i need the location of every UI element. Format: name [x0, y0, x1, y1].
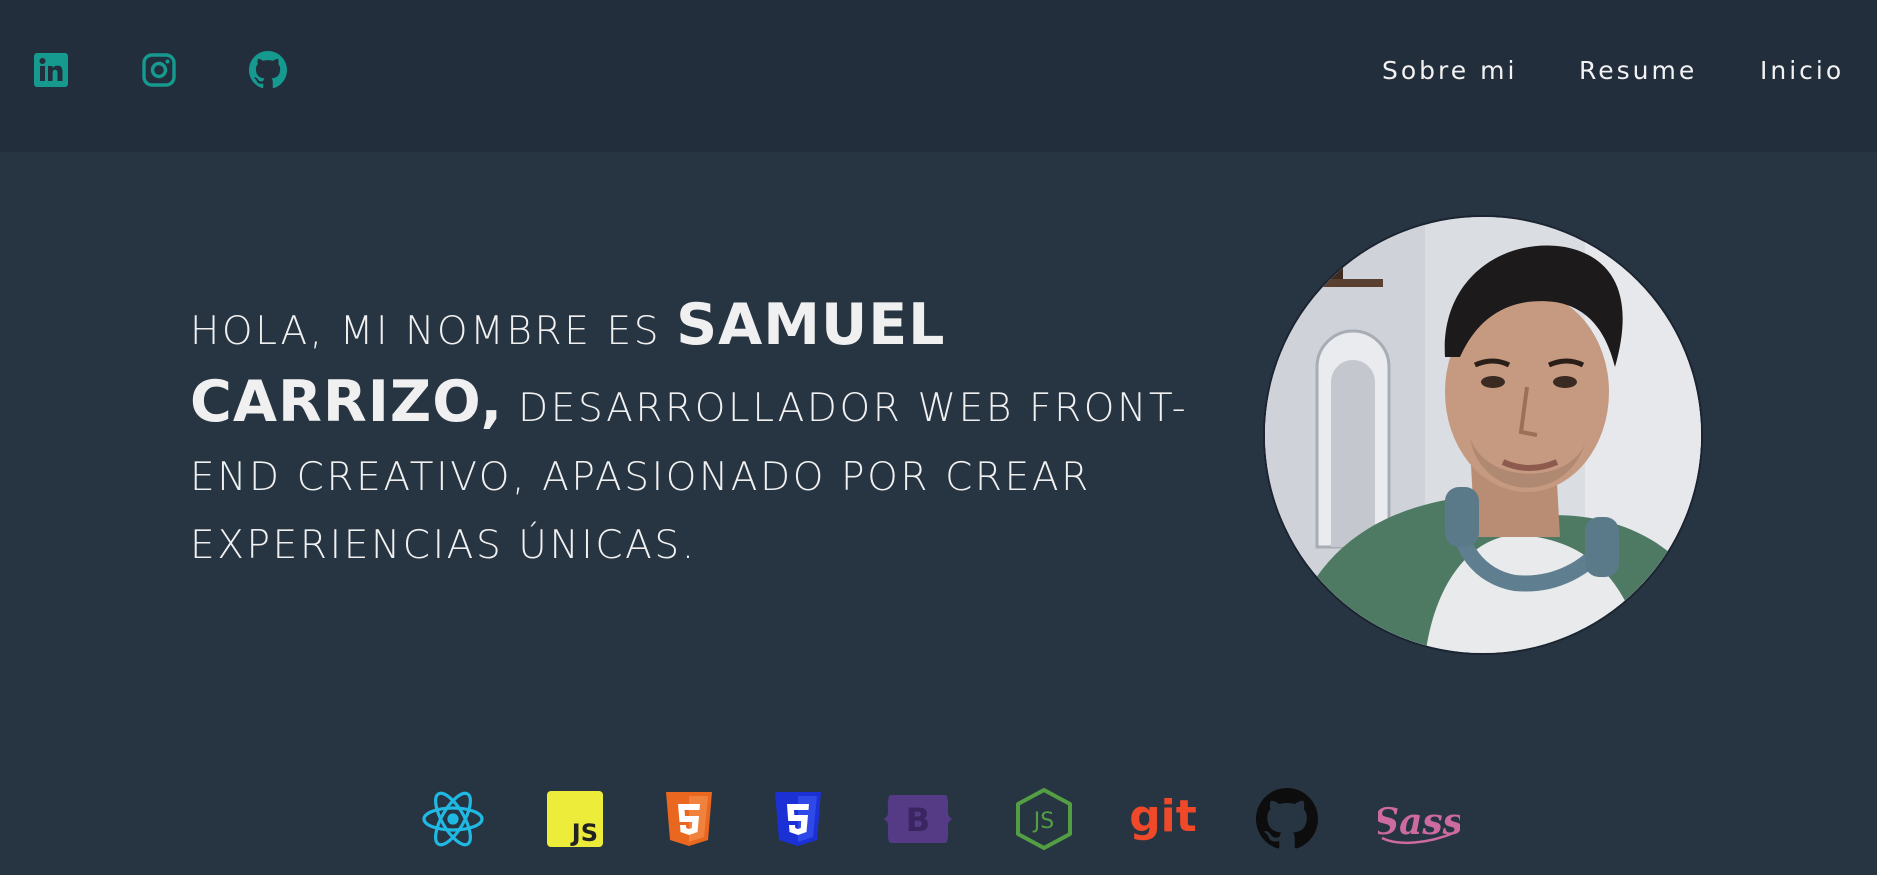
svg-text:JS: JS	[1032, 809, 1054, 834]
css3-icon	[775, 792, 821, 846]
tech-git: git	[1128, 786, 1198, 852]
nav-link-sobre-mi[interactable]: Sobre mi	[1382, 56, 1517, 85]
hero-name-first: SAMUEL	[676, 292, 946, 358]
hero-greeting: HOLA, MI NOMBRE ES	[190, 309, 677, 354]
tech-html5	[654, 786, 724, 852]
sass-icon: Sass	[1378, 801, 1460, 844]
hero-role-end: EXPERIENCIAS ÚNICAS.	[190, 523, 697, 568]
hero-role-start: DESARROLLADOR WEB FRONT-	[503, 386, 1189, 431]
hero-name-last: CARRIZO,	[190, 369, 504, 435]
github-icon	[249, 51, 287, 89]
svg-text:Sass: Sass	[1378, 801, 1460, 843]
tech-react	[418, 786, 488, 852]
tech-github	[1252, 786, 1322, 852]
profile-photo	[1263, 215, 1703, 655]
svg-text:JS: JS	[570, 819, 598, 847]
top-navbar: Sobre mi Resume Inicio	[0, 0, 1877, 152]
tech-sass: Sass	[1378, 786, 1460, 852]
svg-text:git: git	[1129, 791, 1197, 842]
linkedin-link[interactable]	[31, 50, 71, 90]
hero-role-line: END CREATIVO, APASIONADO POR CREAR	[190, 455, 1091, 500]
tech-nodejs: JS	[1009, 786, 1079, 852]
hero-intro-text: HOLA, MI NOMBRE ES SAMUEL CARRIZO, DESAR…	[190, 290, 1210, 580]
nav-link-inicio[interactable]: Inicio	[1760, 56, 1844, 85]
react-icon	[422, 791, 484, 847]
nav-link-resume[interactable]: Resume	[1579, 56, 1697, 85]
tech-javascript: JS	[540, 786, 610, 852]
html5-icon	[666, 792, 712, 846]
linkedin-icon	[34, 53, 68, 87]
github-icon	[1256, 788, 1318, 849]
svg-text:B: B	[906, 801, 930, 839]
git-icon: git	[1129, 791, 1197, 842]
github-link[interactable]	[248, 50, 288, 90]
instagram-icon	[142, 53, 176, 87]
instagram-link[interactable]	[139, 50, 179, 90]
nodejs-icon: JS	[1016, 788, 1072, 850]
tech-css3	[763, 786, 833, 852]
tech-bootstrap: B	[883, 786, 953, 852]
bootstrap-icon: B	[883, 795, 953, 843]
javascript-icon: JS	[547, 791, 603, 847]
